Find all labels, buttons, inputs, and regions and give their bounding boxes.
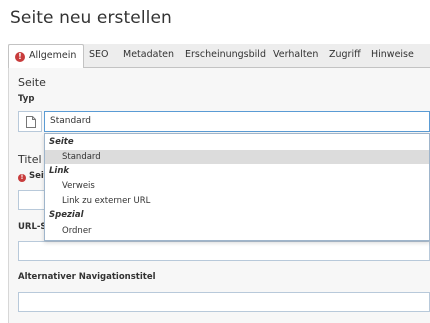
dropdown-option-link-extern[interactable]: Link zu externer URL [45, 194, 429, 208]
field-label-url-segment: URL-S [18, 222, 47, 232]
tab-zugriff[interactable]: Zugriff [322, 44, 368, 68]
section-title-seite: Seite [18, 76, 46, 89]
url-segment-input[interactable] [18, 241, 430, 261]
tab-erscheinungsbild[interactable]: Erscheinungsbild [178, 44, 273, 68]
field-label-typ: Typ [18, 94, 35, 104]
type-select[interactable]: Standard [18, 111, 430, 132]
tab-verhalten[interactable]: Verhalten [266, 44, 325, 68]
dropdown-option-verweis[interactable]: Verweis [45, 179, 429, 193]
dropdown-group-link: Link [49, 166, 70, 176]
tab-metadaten[interactable]: Metadaten [116, 44, 181, 68]
error-icon: ! [18, 174, 26, 182]
error-icon: ! [15, 52, 25, 62]
tab-label: Allgemein [29, 50, 77, 61]
dropdown-group-seite: Seite [49, 137, 74, 147]
tab-bar: ! Allgemein SEO Metadaten Erscheinungsbil… [8, 44, 430, 69]
nav-title-input[interactable] [18, 292, 430, 312]
page-type-icon-box [18, 111, 42, 132]
page-icon [26, 116, 36, 128]
tab-hinweise[interactable]: Hinweise [364, 44, 421, 68]
dropdown-group-spezial: Spezial [49, 210, 84, 220]
tab-seo[interactable]: SEO [82, 44, 116, 68]
page-title: Seite neu erstellen [10, 8, 172, 28]
type-select-field[interactable]: Standard [44, 111, 430, 132]
section-title-titel: Titel [18, 153, 42, 166]
dropdown-option-standard[interactable]: Standard [45, 150, 429, 164]
tab-allgemein[interactable]: ! Allgemein [8, 44, 85, 69]
dropdown-option-ordner[interactable]: Ordner [45, 224, 429, 238]
type-dropdown-list[interactable]: Seite Standard Link Verweis Link zu exte… [44, 133, 430, 241]
field-label-nav-title: Alternativer Navigationstitel [18, 272, 156, 282]
